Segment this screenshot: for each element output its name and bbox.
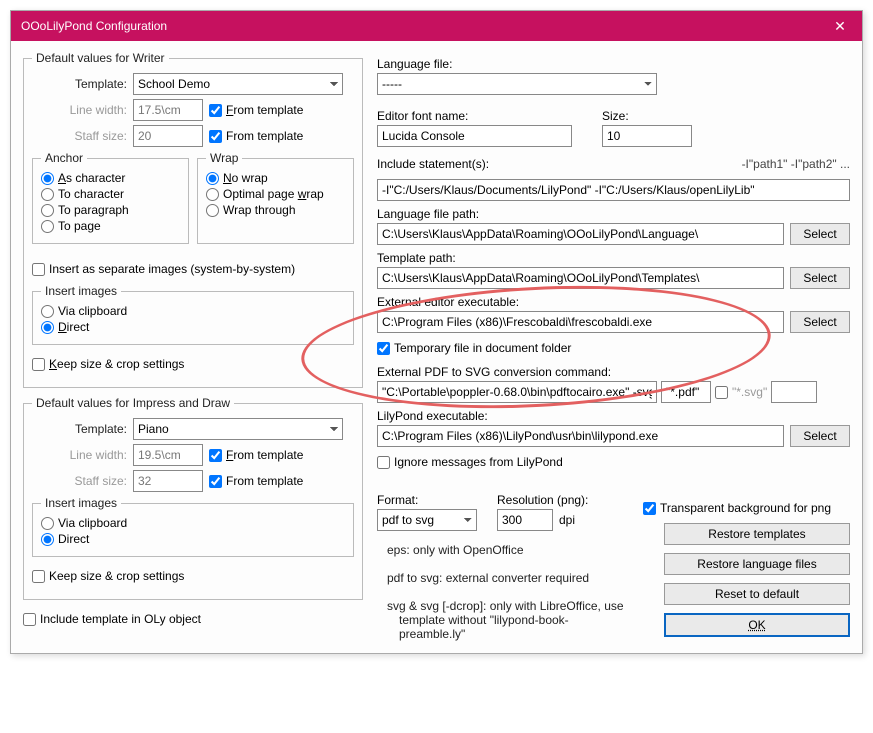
writer-linewidth-label: Line width: — [32, 103, 127, 117]
langfile-label: Language file: — [377, 57, 850, 71]
writer-via-clipboard[interactable]: Via clipboard — [41, 304, 345, 318]
note-svg2: template without "lilypond-book-preamble… — [399, 613, 627, 641]
impress-group: Default values for Impress and Draw Temp… — [23, 396, 363, 600]
font-input[interactable] — [377, 125, 572, 147]
impress-linewidth-input[interactable] — [133, 444, 203, 466]
impress-legend: Default values for Impress and Draw — [32, 396, 234, 410]
exteditor-select-button[interactable]: Select — [790, 311, 850, 333]
font-label: Editor font name: — [377, 109, 572, 123]
wrap-through[interactable]: Wrap through — [206, 203, 345, 217]
impress-direct[interactable]: Direct — [41, 532, 345, 546]
writer-legend: Default values for Writer — [32, 51, 169, 65]
pdf2svg-cmd-input[interactable] — [377, 381, 657, 403]
window-title: OOoLilyPond Configuration — [21, 19, 167, 33]
pdf2svg-in-input[interactable] — [661, 381, 711, 403]
impress-keepsize[interactable]: Keep size & crop settings — [32, 569, 184, 583]
transparent-check[interactable]: Transparent background for png — [643, 501, 831, 515]
writer-keepsize[interactable]: Keep size & crop settings — [32, 357, 184, 371]
impress-linewidth-label: Line width: — [32, 448, 127, 462]
restore-templates-button[interactable]: Restore templates — [664, 523, 850, 545]
restore-langfiles-button[interactable]: Restore language files — [664, 553, 850, 575]
anchor-as-char[interactable]: As character — [41, 171, 180, 185]
langpath-select-button[interactable]: Select — [790, 223, 850, 245]
size-label: Size: — [602, 109, 692, 123]
lilypond-label: LilyPond executable: — [377, 409, 850, 423]
format-label: Format: — [377, 493, 477, 507]
include-input[interactable] — [377, 179, 850, 201]
note-svg1: svg & svg [-dcrop]: only with LibreOffic… — [387, 599, 627, 613]
res-label: Resolution (png): — [497, 493, 588, 507]
wrap-group: Wrap No wrap Optimal page wrap Wrap thro… — [197, 151, 354, 244]
pdf2svg-label: External PDF to SVG conversion command: — [377, 365, 850, 379]
anchor-to-para[interactable]: To paragraph — [41, 203, 180, 217]
pdf2svg-ext-input[interactable] — [771, 381, 817, 403]
impress-staffsize-fromtpl[interactable]: From template — [209, 474, 303, 488]
impress-staffsize-input[interactable] — [133, 470, 203, 492]
include-tpl-oly[interactable]: Include template in OLy object — [23, 612, 201, 626]
insert-separate-check[interactable]: Insert as separate images (system-by-sys… — [32, 262, 295, 276]
lilypond-input[interactable] — [377, 425, 784, 447]
writer-staffsize-input[interactable] — [133, 125, 203, 147]
writer-insert-images: Insert images Via clipboard Direct — [32, 284, 354, 345]
impress-template-label: Template: — [32, 422, 127, 436]
writer-linewidth-input[interactable] — [133, 99, 203, 121]
ignore-msgs-check[interactable]: Ignore messages from LilyPond — [377, 455, 563, 469]
titlebar: OOoLilyPond Configuration ✕ — [11, 11, 862, 41]
impress-linewidth-fromtpl[interactable]: From template — [209, 448, 303, 462]
impress-template-select[interactable]: Piano — [133, 418, 343, 440]
note-pdf: pdf to svg: external converter required — [387, 571, 627, 585]
dpi-label: dpi — [559, 513, 575, 527]
tplpath-select-button[interactable]: Select — [790, 267, 850, 289]
exteditor-input[interactable] — [377, 311, 784, 333]
lilypond-select-button[interactable]: Select — [790, 425, 850, 447]
impress-via-clipboard[interactable]: Via clipboard — [41, 516, 345, 530]
wrap-none[interactable]: No wrap — [206, 171, 345, 185]
langpath-label: Language file path: — [377, 207, 850, 221]
writer-template-label: Template: — [32, 77, 127, 91]
reset-default-button[interactable]: Reset to default — [664, 583, 850, 605]
size-input[interactable] — [602, 125, 692, 147]
close-icon[interactable]: ✕ — [818, 11, 862, 41]
anchor-to-page[interactable]: To page — [41, 219, 180, 233]
writer-template-select[interactable]: School Demo — [133, 73, 343, 95]
ok-button[interactable]: OK — [664, 613, 850, 637]
include-label: Include statement(s): — [377, 157, 489, 171]
writer-direct[interactable]: Direct — [41, 320, 345, 334]
wrap-optimal[interactable]: Optimal page wrap — [206, 187, 345, 201]
res-input[interactable] — [497, 509, 553, 531]
pdf2svg-out-check[interactable]: "*.svg" — [715, 385, 767, 399]
config-dialog: OOoLilyPond Configuration ✕ Default valu… — [10, 10, 863, 654]
anchor-group: Anchor As character To character To para… — [32, 151, 189, 244]
writer-staffsize-fromtpl[interactable]: From template — [209, 129, 303, 143]
impress-insert-images: Insert images Via clipboard Direct — [32, 496, 354, 557]
tempfile-check[interactable]: Temporary file in document folder — [377, 341, 571, 355]
exteditor-label: External editor executable: — [377, 295, 850, 309]
langfile-select[interactable]: ----- — [377, 73, 657, 95]
anchor-to-char[interactable]: To character — [41, 187, 180, 201]
writer-group: Default values for Writer Template: Scho… — [23, 51, 363, 388]
note-eps: eps: only with OpenOffice — [387, 543, 627, 557]
impress-staffsize-label: Staff size: — [32, 474, 127, 488]
langpath-input[interactable] — [377, 223, 784, 245]
tplpath-input[interactable] — [377, 267, 784, 289]
format-select[interactable]: pdf to svg — [377, 509, 477, 531]
include-hint: -I"path1" -I"path2" ... — [742, 157, 850, 171]
writer-staffsize-label: Staff size: — [32, 129, 127, 143]
tplpath-label: Template path: — [377, 251, 850, 265]
writer-linewidth-fromtpl[interactable]: From template — [209, 103, 303, 117]
